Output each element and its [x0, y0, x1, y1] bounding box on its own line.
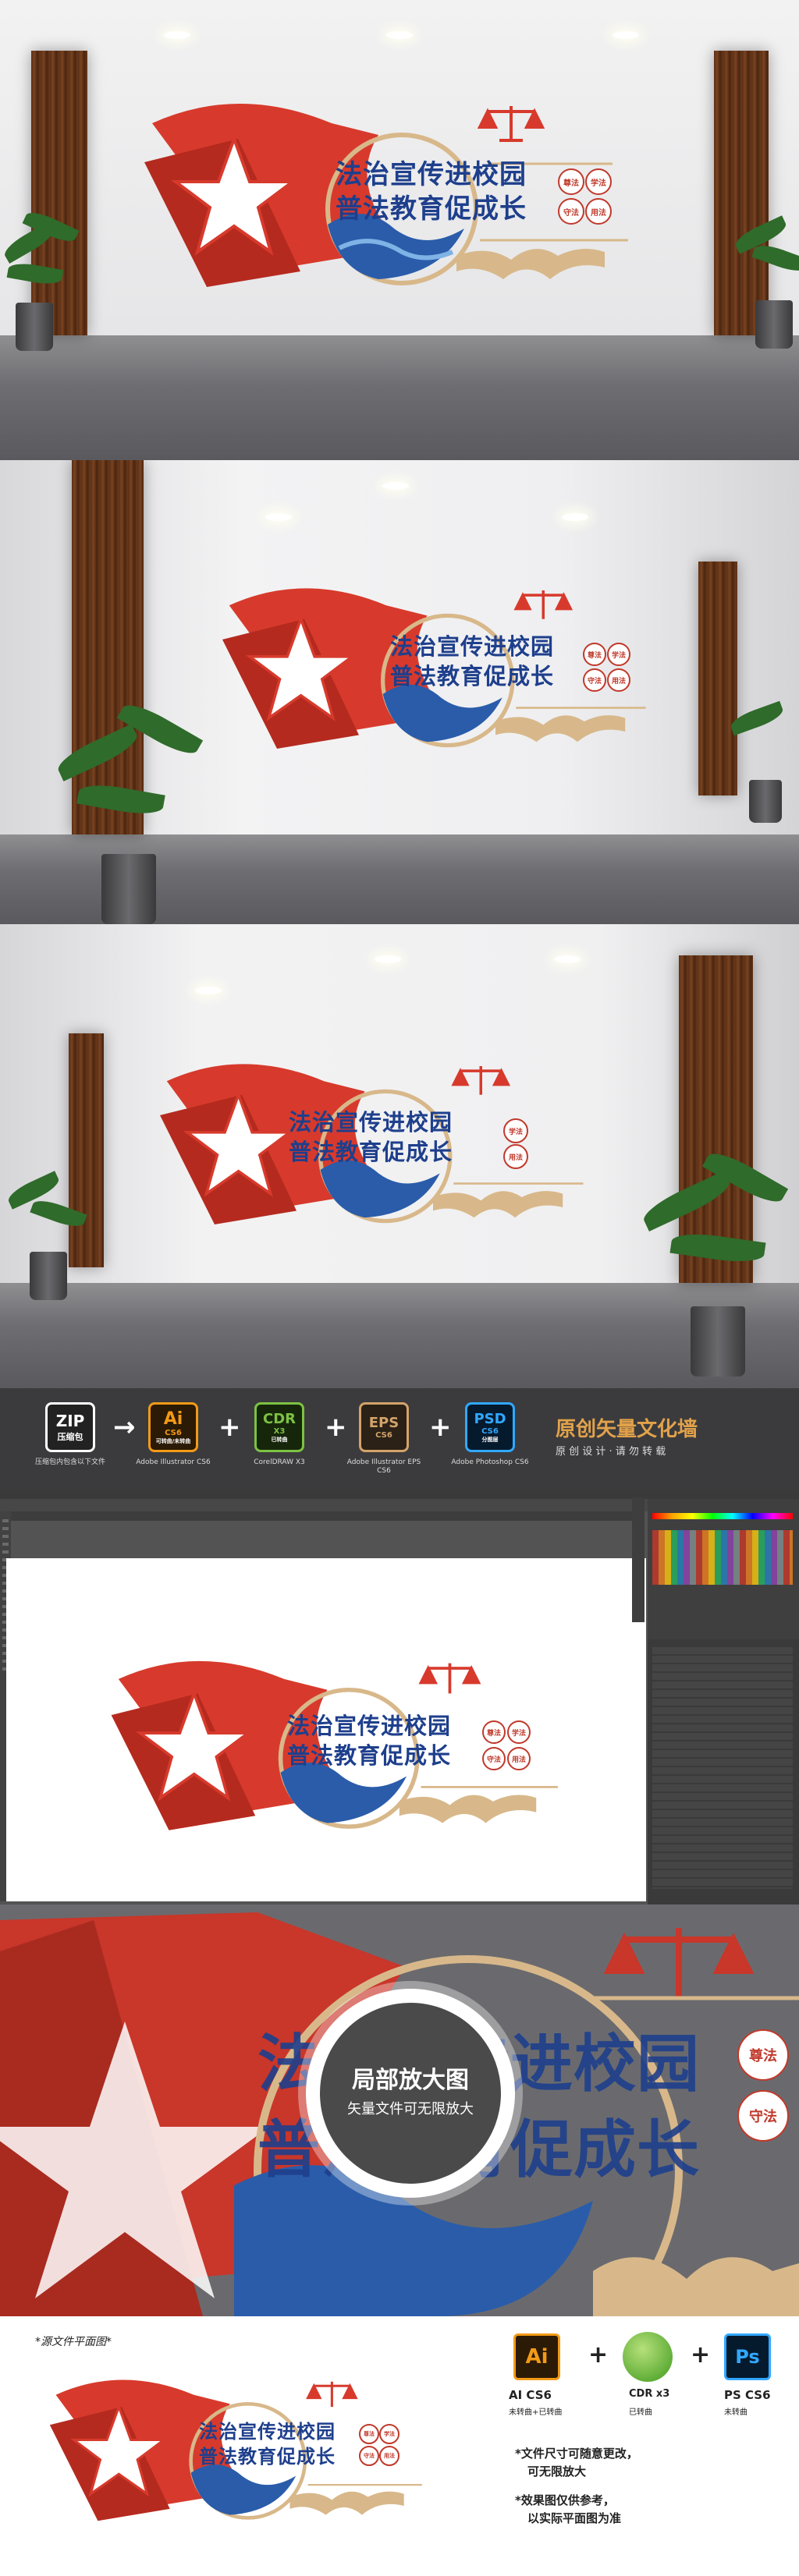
editor-canvas[interactable]: 法治宣传进校园 普法教育促成长 尊法 学法 守法 用法 — [6, 1558, 646, 1901]
scene-1: 法治宣传进校园 普法教育促成长 尊法 学法 守法 用法 — [0, 0, 799, 460]
note-1: *文件尺寸可随意更改， — [515, 2447, 638, 2461]
swatches-panel[interactable] — [648, 1499, 799, 1639]
plan-label: *源文件平面图* — [35, 2336, 112, 2348]
sign-logo: 法治宣传进校园 普法教育促成长 尊法 学法 守法 用法 — [144, 92, 644, 295]
sign-line-2: 普法教育促成长 — [336, 193, 527, 225]
zip-caption: 压缩包内包含以下文件 — [34, 1458, 105, 1466]
sign-logo: 法治宣传进校园 普法教育促成长 学法 用法 — [160, 1053, 597, 1232]
cdr-caption: CorelDRAW X3 — [254, 1458, 305, 1466]
plant-pot-right — [755, 300, 793, 349]
wood-panel-left — [72, 460, 144, 834]
badge-xuefa: 学法 — [585, 168, 612, 195]
badge-xuefa: 学法 — [503, 1118, 528, 1143]
badge-shoufa: 守法 — [737, 2090, 789, 2142]
badge-shoufa: 守法 — [359, 2446, 379, 2466]
sign-logo: 法治宣传进校园 普法教育促成长 尊法 学法 守法 用法 — [47, 2371, 437, 2527]
psd-icon: PSD CS6 分图层 — [465, 1402, 515, 1452]
sign-line-1: 法治宣传进校园 — [289, 1109, 453, 1136]
plant-pot-right — [691, 1306, 745, 1377]
zoom-lens: 局部放大图 矢量文件可无限放大 — [306, 1989, 515, 2198]
sign-line-1: 法治宣传进校园 — [390, 633, 555, 660]
badge-yongfa: 用法 — [503, 1144, 528, 1169]
cdr-desc: 已转曲 — [629, 2408, 652, 2417]
wood-panel-right — [714, 51, 769, 335]
scene-2: 法治宣传进校园 普法教育促成长 尊法 学法 守法 用法 — [0, 460, 799, 924]
plant-pot-left — [101, 854, 156, 924]
badge-zunfa: 尊法 — [482, 1720, 506, 1744]
ai-icon: Ai CS6 可转曲/未转曲 — [148, 1402, 198, 1452]
ps-icon: Ps — [724, 2333, 771, 2380]
badge-zunfa: 尊法 — [359, 2424, 379, 2444]
cdr-icon — [623, 2332, 673, 2382]
ps-desc: 未转曲 — [724, 2408, 748, 2417]
scene-3: 法治宣传进校园 普法教育促成长 学法 用法 — [0, 924, 799, 1388]
slogan: 原创矢量文化墙 — [556, 1418, 698, 1441]
ai-desc: 未转曲+已转曲 — [509, 2408, 563, 2417]
plus-icon: + — [588, 2341, 609, 2369]
badge-shoufa: 守法 — [558, 198, 584, 225]
ai-name: AI CS6 — [509, 2388, 552, 2402]
badge-yongfa: 用法 — [607, 668, 630, 692]
sign-logo: 法治宣传进校园 普法教育促成长 尊法 学法 守法 用法 — [222, 577, 659, 757]
zoom-detail: 法治宣传进校园 普法教育促成长 尊法 守法 局部放大图 矢量文件可无限放大 — [0, 1905, 799, 2316]
cdr-name: CDR x3 — [629, 2388, 670, 2400]
eps-icon: EPS CS6 — [359, 1402, 409, 1452]
source-plan: *源文件平面图* 法治宣传进校园 普法教育促成长 尊法 学法 守法 用法 Ai … — [0, 2316, 799, 2576]
plus-icon: + — [325, 1412, 347, 1443]
ai-icon: Ai — [513, 2333, 560, 2380]
wood-panel-right — [698, 562, 737, 795]
badge-shoufa: 守法 — [482, 1747, 506, 1770]
ps-name: PS CS6 — [724, 2388, 771, 2402]
sign-line-2: 普法教育促成长 — [289, 1139, 453, 1165]
plus-icon: + — [218, 1412, 241, 1443]
badge-yongfa: 用法 — [379, 2446, 400, 2466]
zip-icon: ZIP 压缩包 — [45, 1402, 95, 1452]
editor-right-icons[interactable] — [632, 1497, 645, 1622]
zoom-subtitle: 矢量文件可无限放大 — [347, 2101, 474, 2117]
cdr-icon: CDR X3 已转曲 — [254, 1402, 304, 1452]
badge-shoufa: 守法 — [583, 668, 606, 692]
badge-xuefa: 学法 — [607, 643, 630, 666]
editor-titlebar — [0, 1490, 799, 1499]
sign-line-1: 法治宣传进校园 — [287, 1713, 452, 1739]
note-1b: 可无限放大 — [527, 2464, 587, 2479]
plus-icon: + — [429, 1412, 452, 1443]
badge-zunfa: 尊法 — [737, 2029, 789, 2081]
arrow-icon: → — [113, 1412, 136, 1443]
plant-pot-left — [30, 1252, 67, 1300]
plant-pot-left — [16, 303, 53, 351]
sign-line-1: 法治宣传进校园 — [199, 2421, 336, 2443]
formats-bar: ZIP 压缩包 压缩包内包含以下文件 → Ai CS6 可转曲/未转曲 Adob… — [0, 1388, 799, 1490]
note-2b: 以实际平面图为准 — [527, 2511, 622, 2525]
layers-panel[interactable] — [648, 1639, 799, 1905]
editor-tabbar — [11, 1511, 635, 1521]
zoom-title: 局部放大图 — [352, 2067, 469, 2094]
sign-line-1: 法治宣传进校园 — [336, 159, 527, 190]
sign-line-2: 普法教育促成长 — [287, 1742, 452, 1769]
sign-line-2: 普法教育促成长 — [390, 663, 555, 689]
badge-xuefa: 学法 — [379, 2424, 400, 2444]
plus-icon: + — [691, 2341, 711, 2369]
badge-yongfa: 用法 — [585, 198, 612, 225]
wood-panel-left — [69, 1033, 104, 1267]
note-2: *效果图仅供参考， — [515, 2493, 615, 2507]
sign-logo: 法治宣传进校园 普法教育促成长 尊法 学法 守法 用法 — [108, 1650, 576, 1837]
badge-xuefa: 学法 — [507, 1720, 531, 1744]
wood-panel-left — [31, 51, 87, 335]
slogan-sub: 原 创 设 计 · 请 勿 转 载 — [556, 1446, 666, 1458]
sign-line-2: 普法教育促成长 — [199, 2446, 336, 2468]
psd-caption: Adobe Photoshop CS6 — [451, 1458, 529, 1466]
eps-caption: Adobe Illustrator EPS CS6 — [346, 1458, 421, 1475]
badge-yongfa: 用法 — [507, 1747, 531, 1770]
badge-zunfa: 尊法 — [583, 643, 606, 666]
badge-zunfa: 尊法 — [558, 168, 584, 195]
editor-window: 法治宣传进校园 普法教育促成长 尊法 学法 守法 用法 — [0, 1490, 799, 1905]
plant-pot-right — [749, 780, 782, 823]
ai-caption: Adobe Illustrator CS6 — [136, 1458, 211, 1466]
